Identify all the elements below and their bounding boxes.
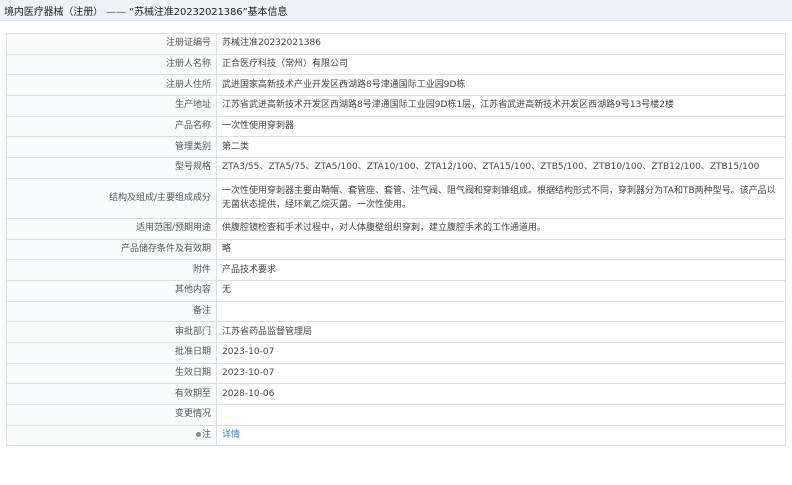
page-title: 境内医疗器械（注册） —— “苏械注准20232021386”基本信息: [4, 3, 287, 18]
note-label-cell: 注: [6, 424, 217, 447]
row-value: 一次性使用穿刺器: [216, 115, 786, 138]
title-prefix: 境内医疗器械（注册）: [4, 6, 103, 18]
row-value: 正合医疗科技（常州）有限公司: [216, 53, 786, 76]
row-value: 2023-10-07: [216, 341, 786, 364]
row-value: 供腹腔镜检查和手术过程中，对人体腹壁组织穿刺，建立腹腔手术的工作通道用。: [216, 217, 786, 240]
table-row: 适用范围/预期用途 供腹腔镜检查和手术过程中，对人体腹壁组织穿刺，建立腹腔手术的…: [6, 217, 786, 240]
note-value-cell: 详情: [216, 424, 786, 447]
table-row: 产品名称 一次性使用穿刺器: [6, 115, 786, 138]
row-label: 结构及组成/主要组成成分: [6, 177, 217, 219]
table-row: 生效日期 2023-10-07: [6, 362, 786, 385]
table-row: 管理类别 第二类: [6, 136, 786, 159]
row-label: 型号规格: [6, 157, 217, 179]
row-label: 生效日期: [6, 362, 217, 385]
row-label: 批准日期: [6, 341, 217, 364]
row-label: 其他内容: [6, 279, 217, 302]
note-dot-icon: [195, 432, 201, 438]
table-row: 其他内容 无: [6, 279, 786, 302]
table-row: 结构及组成/主要组成成分 一次性使用穿刺器主要由鞘帽、套管座、套管、注气阀、阻气…: [6, 177, 786, 219]
table-row: 产品储存条件及有效期 略: [6, 238, 786, 261]
table-row: 注册人名称 正合医疗科技（常州）有限公司: [6, 53, 786, 76]
row-label: 注册人住所: [6, 74, 217, 97]
row-label: 注册人名称: [6, 53, 217, 76]
details-link[interactable]: 详情: [222, 430, 240, 440]
row-label: 注册证编号: [6, 33, 217, 55]
row-value: 产品技术要求: [216, 259, 786, 281]
table-row: 批准日期 2023-10-07: [6, 341, 786, 364]
row-value: 江苏省武进高新技术开发区西湖路8号津通国际工业园9D栋1层，江苏省武进高新技术开…: [216, 95, 786, 117]
row-value: 无: [216, 279, 786, 302]
row-value: 2023-10-07: [216, 362, 786, 385]
table-row: 变更情况: [6, 404, 786, 426]
row-label: 变更情况: [6, 404, 217, 426]
table-row: 附件 产品技术要求: [6, 259, 786, 281]
row-value: 武进国家高新技术产业开发区西湖路8号津通国际工业园9D栋: [216, 74, 786, 97]
note-label: 注: [201, 430, 211, 441]
table-row: 备注: [6, 300, 786, 323]
row-label: 有效期至: [6, 383, 217, 405]
row-value: 第二类: [216, 136, 786, 159]
row-label: 生产地址: [6, 95, 217, 117]
table-row: 注册人住所 武进国家高新技术产业开发区西湖路8号津通国际工业园9D栋: [6, 74, 786, 97]
row-value: 一次性使用穿刺器主要由鞘帽、套管座、套管、注气阀、阻气阀和穿刺锥组成。根据结构形…: [216, 177, 786, 219]
registration-info-table: 注册证编号 苏械注准20232021386 注册人名称 正合医疗科技（常州）有限…: [6, 33, 786, 447]
row-label: 附件: [6, 259, 217, 281]
row-value: [216, 404, 786, 426]
table-row: 型号规格 ZTA3/55、ZTA5/75、ZTA5/100、ZTA10/100、…: [6, 157, 786, 179]
row-label: 适用范围/预期用途: [6, 217, 217, 240]
title-separator: ——: [106, 6, 126, 18]
row-value: ZTA3/55、ZTA5/75、ZTA5/100、ZTA10/100、ZTA12…: [216, 157, 786, 179]
row-value: 江苏省药品监督管理局: [216, 321, 786, 343]
table-row: 注 详情: [6, 424, 786, 447]
table-row: 生产地址 江苏省武进高新技术开发区西湖路8号津通国际工业园9D栋1层，江苏省武进…: [6, 95, 786, 117]
row-label: 审批部门: [6, 321, 217, 343]
row-value: 苏械注准20232021386: [216, 33, 786, 55]
table-row: 审批部门 江苏省药品监督管理局: [6, 321, 786, 343]
row-label: 管理类别: [6, 136, 217, 159]
row-value: [216, 300, 786, 323]
page-header: 境内医疗器械（注册） —— “苏械注准20232021386”基本信息: [0, 0, 792, 21]
row-label: 备注: [6, 300, 217, 323]
row-label: 产品储存条件及有效期: [6, 238, 217, 261]
row-label: 产品名称: [6, 115, 217, 138]
table-row: 注册证编号 苏械注准20232021386: [6, 33, 786, 55]
row-value: 略: [216, 238, 786, 261]
table-row: 有效期至 2028-10-06: [6, 383, 786, 405]
title-main: “苏械注准20232021386”基本信息: [129, 6, 288, 18]
row-value: 2028-10-06: [216, 383, 786, 405]
